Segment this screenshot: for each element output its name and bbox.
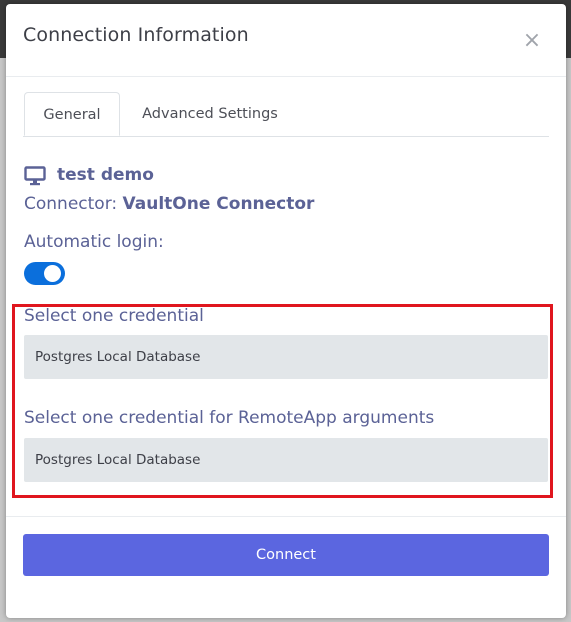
connector-name: VaultOne Connector (122, 194, 315, 214)
modal-title: Connection Information (23, 24, 249, 46)
credential-selected-value: Postgres Local Database (35, 349, 201, 365)
credential-select[interactable]: Postgres Local Database (24, 335, 548, 379)
tab-bar: General Advanced Settings (23, 92, 549, 137)
remoteapp-credential-label: Select one credential for RemoteApp argu… (24, 408, 435, 428)
connection-info-modal: Connection Information × General Advance… (6, 4, 566, 618)
modal-header: Connection Information × (6, 4, 566, 77)
tab-advanced-settings[interactable]: Advanced Settings (137, 92, 283, 136)
close-icon[interactable]: × (520, 30, 544, 54)
remoteapp-credential-select[interactable]: Postgres Local Database (24, 438, 548, 482)
monitor-icon (24, 166, 46, 186)
footer-divider (6, 516, 566, 517)
tab-general[interactable]: General (24, 92, 120, 136)
automatic-login-toggle[interactable] (24, 262, 65, 285)
connector-prefix: Connector: (24, 194, 118, 214)
toggle-knob (44, 265, 61, 282)
connect-button[interactable]: Connect (23, 534, 549, 576)
connector-info: Connector: VaultOne Connector (24, 194, 314, 214)
credential-label: Select one credential (24, 306, 204, 326)
automatic-login-label: Automatic login: (24, 232, 164, 252)
connection-name: test demo (57, 165, 154, 185)
remoteapp-credential-selected-value: Postgres Local Database (35, 452, 201, 468)
